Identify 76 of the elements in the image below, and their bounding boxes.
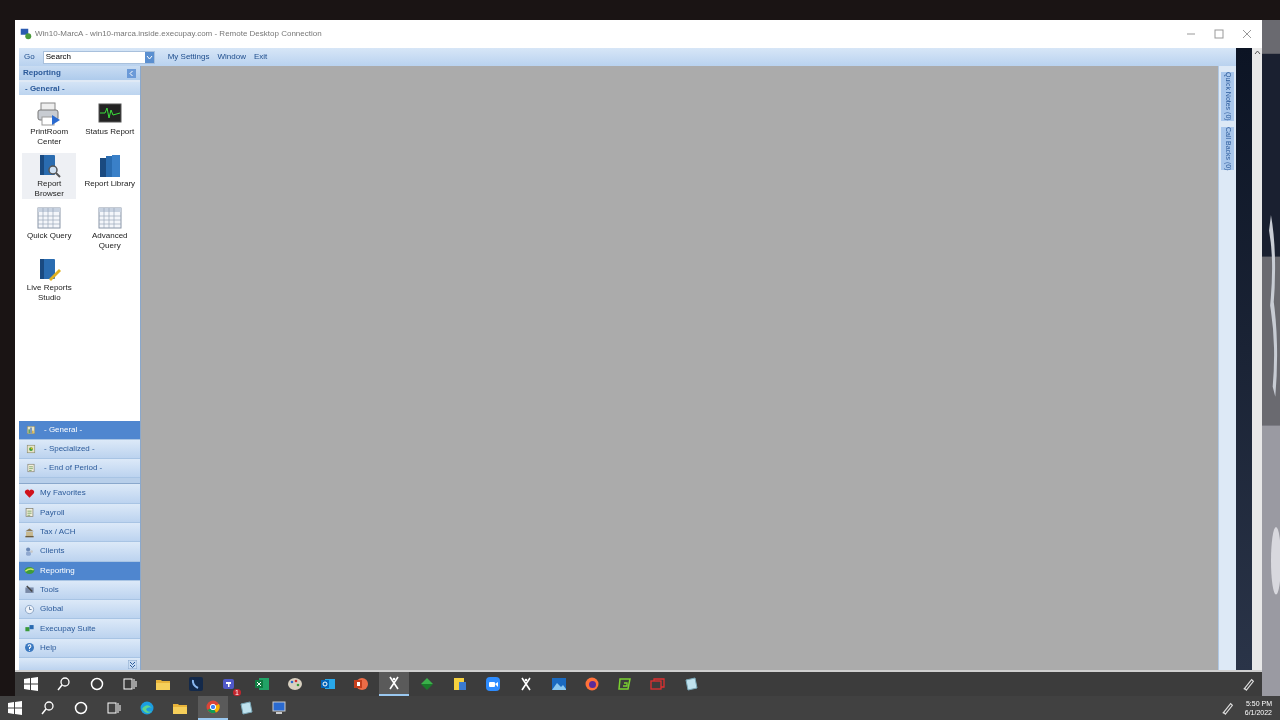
report-tile[interactable]: Advanced Query [82,205,137,251]
palette-icon [287,676,303,692]
go-button[interactable]: Go [19,51,40,63]
help-icon [24,642,35,654]
document-icon [26,463,36,474]
sidebar-title: Reporting [23,67,61,79]
nav-item[interactable]: Tools [19,580,140,601]
wave-globe-icon [139,700,155,716]
taskbar-button[interactable] [379,672,409,696]
spreadsheet-icon [254,676,270,692]
task-view-icon [122,676,138,692]
circle-icon [89,676,105,692]
search-field[interactable]: Search [42,50,155,64]
scroll-up-icon[interactable] [1253,50,1261,55]
report-tile[interactable]: Quick Query [22,205,77,251]
notepad-icon [683,676,699,692]
nav-item[interactable]: Clients [19,542,140,562]
menu-item[interactable]: My Settings [164,51,213,63]
clock-icon [24,603,35,615]
task-view-icon [106,700,122,716]
close-icon[interactable] [1240,27,1254,41]
phone-icon [188,676,204,692]
nav-item[interactable]: Help [19,638,140,658]
dropdown-icon[interactable] [144,51,154,63]
nav-item[interactable]: Reporting [19,561,140,581]
group-button[interactable]: - General - [19,421,140,441]
group-button[interactable]: - End of Period - [19,459,140,479]
nav-item[interactable]: Execupay Suite [19,619,140,639]
report-tile[interactable]: Status Report [82,101,137,147]
nav-item[interactable]: Tax / ACH [19,522,140,543]
presentation-icon [353,676,369,692]
group-button[interactable]: - Specialized - [19,440,140,460]
tools-icon [24,584,35,596]
video-camera-icon [485,676,501,692]
search-input[interactable]: Search [43,51,145,63]
pen-icon[interactable] [1220,701,1235,715]
computer-icon [271,700,287,716]
search-icon [56,676,72,692]
taskbar-button[interactable] [198,696,228,720]
bank-icon [24,526,35,538]
heart-icon [24,487,35,499]
chevron-down-icon[interactable] [128,659,137,669]
sticky-note-icon [452,676,468,692]
circle-icon [73,700,89,716]
report-tile[interactable]: PrintRoom Center [22,101,77,147]
nav-item[interactable]: Global [19,600,140,620]
chart-icon [26,425,36,436]
figure-icon [518,676,534,692]
notepad-icon [238,700,254,716]
report-tile[interactable]: Report Browser [22,153,77,199]
globe-icon [24,565,35,577]
windows-logo-icon [23,676,39,692]
search-icon [40,700,56,716]
remote-desktop-icon [20,28,32,40]
menu-item[interactable]: Window [214,51,249,63]
nav-item[interactable]: Payroll [19,503,140,523]
document-icon [24,507,35,519]
grid-icon [96,205,123,231]
menu-item[interactable]: Exit [250,51,271,63]
windows-logo-icon [7,700,23,716]
report-tile[interactable]: Live Reports Studio [22,257,77,303]
pen-icon[interactable] [1242,677,1256,691]
photo-icon [551,676,567,692]
arrows-icon [419,676,435,692]
people-icon [24,545,35,557]
round-browser-icon [205,699,221,715]
map-icon [26,444,36,455]
windows-stack-icon [650,676,666,692]
nav-item[interactable]: My Favorites [19,484,140,504]
window-title: Win10-MarcA - win10-marca.inside.execupay.com - Remote Desktop Connection [35,28,322,40]
mail-icon [320,676,336,692]
scrollbar[interactable] [1252,48,1262,670]
grid-icon [36,205,63,231]
report-tile[interactable]: Report Library [82,153,137,199]
section-title: - General - [25,82,65,95]
figure-icon [386,675,402,691]
